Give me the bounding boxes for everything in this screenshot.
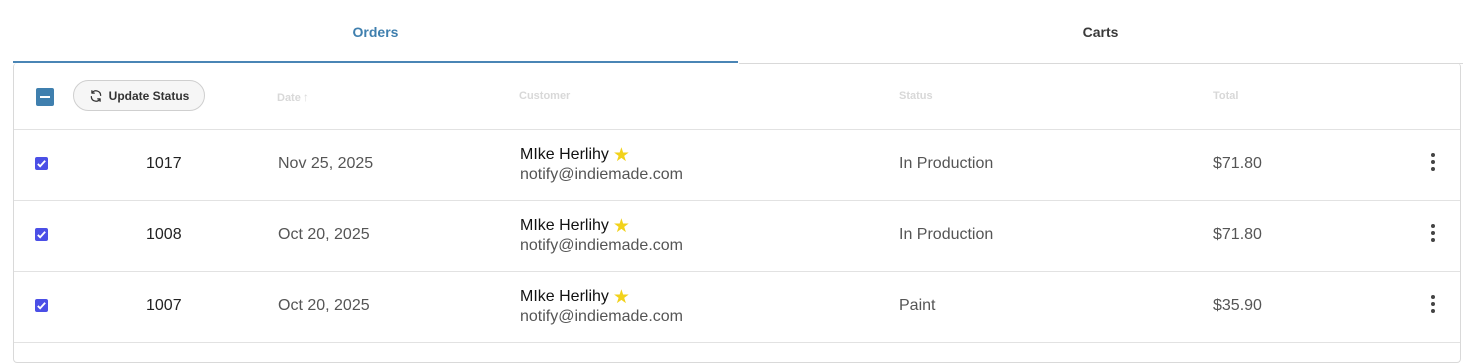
orders-table: Update Status Date ↑ Customer Status Tota… xyxy=(13,63,1463,363)
order-date: Nov 25, 2025 xyxy=(278,155,374,172)
star-icon: ★ xyxy=(612,144,630,166)
order-status: Paint xyxy=(899,297,936,314)
customer-name: MIke Herlihy xyxy=(520,146,609,163)
tab-orders[interactable]: Orders xyxy=(13,0,738,63)
customer-name: MIke Herlihy xyxy=(520,217,609,234)
customer-email: notify@indiemade.com xyxy=(520,237,683,254)
select-all-checkbox[interactable] xyxy=(36,88,54,106)
order-id: 1007 xyxy=(146,297,182,314)
order-date: Oct 20, 2025 xyxy=(278,226,370,243)
order-date: Oct 20, 2025 xyxy=(278,297,370,314)
order-status: In Production xyxy=(899,155,994,172)
tab-bar: Orders Carts xyxy=(13,0,1463,63)
order-id: 1017 xyxy=(146,155,182,172)
star-icon: ★ xyxy=(612,215,630,237)
order-total: $71.80 xyxy=(1213,155,1262,172)
refresh-icon xyxy=(90,89,101,102)
customer-email: notify@indiemade.com xyxy=(520,166,683,183)
column-header-total[interactable]: Total xyxy=(1213,90,1238,102)
update-status-button[interactable]: Update Status xyxy=(73,80,205,111)
tab-carts[interactable]: Carts xyxy=(738,0,1463,63)
more-options-icon[interactable] xyxy=(1426,293,1440,315)
table-row[interactable]: 1017 Nov 25, 2025 MIke Herlihy ★ notify@i… xyxy=(14,129,1460,201)
customer-cell: MIke Herlihy ★ notify@indiemade.com xyxy=(520,287,683,326)
customer-cell: MIke Herlihy ★ notify@indiemade.com xyxy=(520,145,683,184)
more-options-icon[interactable] xyxy=(1426,151,1440,173)
order-status: In Production xyxy=(899,226,994,243)
star-icon: ★ xyxy=(612,286,630,308)
update-status-label: Update Status xyxy=(108,88,190,103)
row-checkbox[interactable] xyxy=(35,157,48,170)
table-row[interactable]: 1008 Oct 20, 2025 MIke Herlihy ★ notify@i… xyxy=(14,200,1460,272)
customer-email: notify@indiemade.com xyxy=(520,308,683,325)
customer-name: MIke Herlihy xyxy=(520,288,609,305)
row-checkbox[interactable] xyxy=(35,228,48,241)
table-header: Update Status Date ↑ Customer Status Tota… xyxy=(14,63,1460,130)
order-total: $35.90 xyxy=(1213,297,1262,314)
more-options-icon[interactable] xyxy=(1426,222,1440,244)
sort-ascending-icon: ↑ xyxy=(302,90,309,104)
column-header-customer[interactable]: Customer xyxy=(519,90,570,102)
table-row[interactable]: 1007 Oct 20, 2025 MIke Herlihy ★ notify@i… xyxy=(14,271,1460,343)
order-id: 1008 xyxy=(146,226,182,243)
row-checkbox[interactable] xyxy=(35,299,48,312)
order-total: $71.80 xyxy=(1213,226,1262,243)
column-header-status[interactable]: Status xyxy=(899,90,933,102)
column-header-date[interactable]: Date ↑ xyxy=(277,90,309,104)
customer-cell: MIke Herlihy ★ notify@indiemade.com xyxy=(520,216,683,255)
